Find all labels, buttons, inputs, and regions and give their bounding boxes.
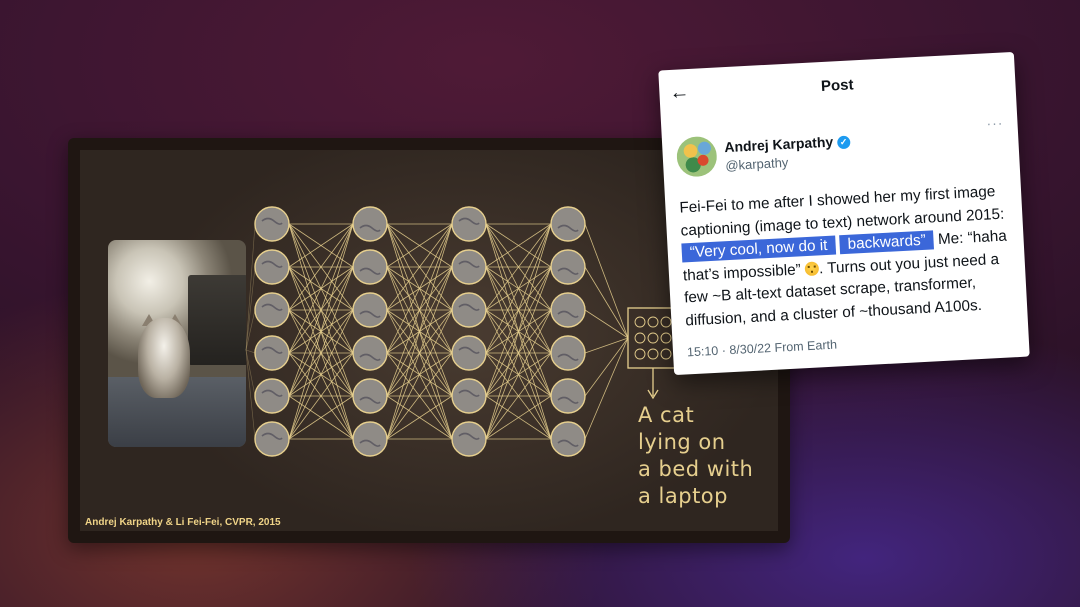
decoder-node	[647, 332, 659, 344]
network-connection	[584, 223, 629, 339]
decoder-node	[647, 316, 659, 328]
slightly-sad-face-icon	[804, 260, 820, 276]
author-handle[interactable]: @karpathy	[725, 155, 789, 173]
network-node	[451, 378, 487, 414]
input-connection	[245, 266, 256, 351]
decoder-node	[660, 348, 672, 360]
network-node	[352, 249, 388, 285]
more-dots-icon[interactable]: ···	[986, 115, 1004, 132]
generated-caption: A cat lying on a bed with a laptop	[638, 402, 778, 510]
input-connection	[245, 349, 256, 440]
network-node	[352, 335, 388, 371]
author-name-text: Andrej Karpathy	[723, 133, 834, 156]
network-node	[254, 206, 290, 242]
decoder-node	[660, 316, 672, 328]
header-title: Post	[820, 76, 854, 96]
tweet-timestamp[interactable]: 15:10 · 8/30/22 From Earth	[687, 338, 838, 360]
slide-credit: Andrej Karpathy & Li Fei-Fei, CVPR, 2015	[85, 517, 281, 528]
verified-badge-icon: ✓	[836, 135, 851, 150]
network-connection	[584, 337, 629, 440]
network-node	[254, 335, 290, 371]
highlighted-quote: “Very cool, now do it	[681, 235, 836, 263]
network-node	[451, 421, 487, 457]
network-node	[550, 292, 586, 328]
tweet-card: ← Post Andrej Karpathy ✓ @karpathy ··· Fe…	[658, 51, 1030, 376]
network-node	[550, 206, 586, 242]
network-node	[254, 421, 290, 457]
network-connection	[584, 266, 629, 339]
caption-line: A cat	[638, 403, 695, 427]
decoder-node	[634, 316, 646, 328]
decoder-node	[634, 332, 646, 344]
network-node	[254, 378, 290, 414]
tweet-text: Fei-Fei to me after I showed her my firs…	[679, 180, 1016, 332]
network-connection	[584, 337, 629, 397]
input-connection	[245, 349, 256, 397]
caption-line: a bed with	[638, 457, 754, 481]
decoder-node	[660, 332, 672, 344]
network-connection	[584, 309, 629, 339]
network-node	[352, 421, 388, 457]
network-node	[451, 249, 487, 285]
network-node	[352, 206, 388, 242]
network-node	[550, 335, 586, 371]
network-node	[451, 206, 487, 242]
network-node	[352, 378, 388, 414]
tweet-text-part: . Turns out you just need a few ~B alt-t…	[683, 250, 1000, 329]
network-node	[550, 249, 586, 285]
network-node	[550, 378, 586, 414]
tweet-header: ← Post	[659, 62, 1016, 111]
network-node	[254, 292, 290, 328]
input-connection	[245, 349, 256, 354]
network-node	[254, 249, 290, 285]
network-node	[451, 292, 487, 328]
network-node	[550, 421, 586, 457]
highlighted-quote: backwards”	[839, 230, 935, 255]
network-connection	[584, 337, 629, 354]
caption-line: a laptop	[638, 484, 728, 508]
decoder-node	[634, 348, 646, 360]
caption-line: lying on	[638, 430, 726, 454]
decoder-node	[647, 348, 659, 360]
network-node	[352, 292, 388, 328]
avatar[interactable]	[675, 135, 718, 178]
author-name[interactable]: Andrej Karpathy ✓	[723, 133, 851, 156]
network-node	[451, 335, 487, 371]
